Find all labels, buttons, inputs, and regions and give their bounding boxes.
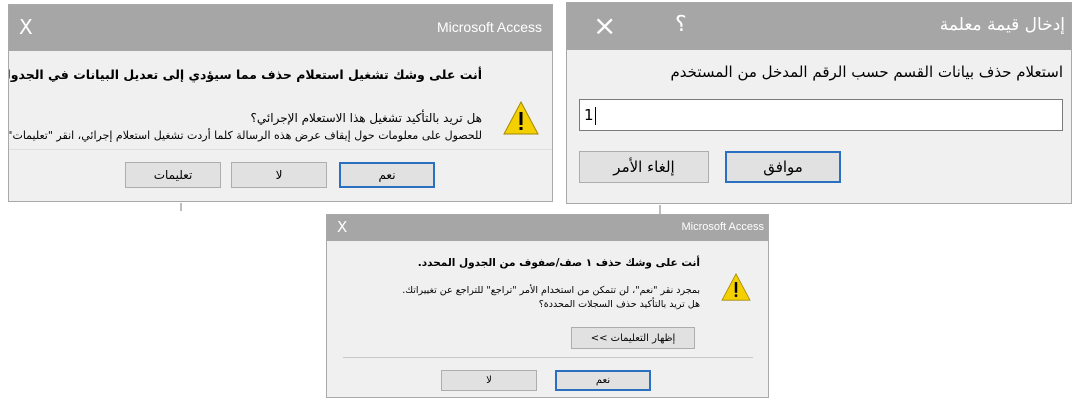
delete-rows-dialog: X Microsoft Access أنت على وشك حذف ١ صف/… bbox=[326, 214, 769, 398]
detail-message-line1: بمجرد نقر "نعم"، لن تتمكن من استخدام الأ… bbox=[402, 285, 700, 296]
main-message: أنت على وشك حذف ١ صف/صفوف من الجدول المح… bbox=[417, 257, 700, 269]
yes-button[interactable]: نعم bbox=[339, 162, 435, 188]
title-bar: X Microsoft Access bbox=[327, 215, 768, 241]
info-message: للحصول على معلومات حول إيقاف عرض هذه الر… bbox=[8, 129, 482, 142]
title-bar: × ؟ إدخال قيمة معلمة bbox=[567, 3, 1071, 50]
warning-icon bbox=[721, 273, 751, 301]
help-icon[interactable]: ؟ bbox=[675, 12, 687, 37]
yes-button[interactable]: نعم bbox=[555, 370, 651, 391]
dialog-title: إدخال قيمة معلمة bbox=[939, 15, 1065, 35]
parameter-input[interactable]: 1 bbox=[579, 99, 1063, 131]
cancel-button[interactable]: إلغاء الأمر bbox=[579, 151, 709, 183]
app-title: Microsoft Access bbox=[436, 19, 542, 35]
prompt-label: استعلام حذف بيانات القسم حسب الرقم المدخ… bbox=[670, 63, 1063, 81]
close-icon[interactable]: X bbox=[337, 218, 347, 236]
help-button[interactable]: تعليمات bbox=[125, 162, 221, 188]
text-caret bbox=[594, 106, 596, 125]
app-title: Microsoft Access bbox=[681, 221, 764, 233]
no-button[interactable]: لا bbox=[441, 370, 537, 391]
title-bar: X Microsoft Access bbox=[9, 5, 552, 51]
input-value: 1 bbox=[584, 106, 594, 124]
close-icon[interactable]: × bbox=[593, 9, 616, 42]
button-strip: نعم لا تعليمات bbox=[9, 149, 552, 201]
no-button[interactable]: لا bbox=[231, 162, 327, 188]
ok-button[interactable]: موافق bbox=[725, 151, 841, 183]
show-help-button[interactable]: إظهار التعليمات >> bbox=[571, 327, 695, 349]
delete-query-dialog: X Microsoft Access أنت على وشك تشغيل است… bbox=[8, 4, 553, 202]
separator-line bbox=[343, 357, 753, 358]
question-message: هل تريد بالتأكيد تشغيل هذا الاستعلام الإ… bbox=[250, 111, 482, 125]
background-fragment bbox=[180, 203, 182, 211]
close-icon[interactable]: X bbox=[19, 15, 33, 39]
warning-icon bbox=[503, 101, 539, 135]
parameter-dialog: × ؟ إدخال قيمة معلمة استعلام حذف بيانات … bbox=[566, 2, 1072, 204]
main-message: أنت على وشك تشغيل استعلام حذف مما سيؤدي … bbox=[8, 67, 482, 82]
detail-message-line2: هل تريد بالتأكيد حذف السجلات المحددة؟ bbox=[538, 299, 700, 310]
